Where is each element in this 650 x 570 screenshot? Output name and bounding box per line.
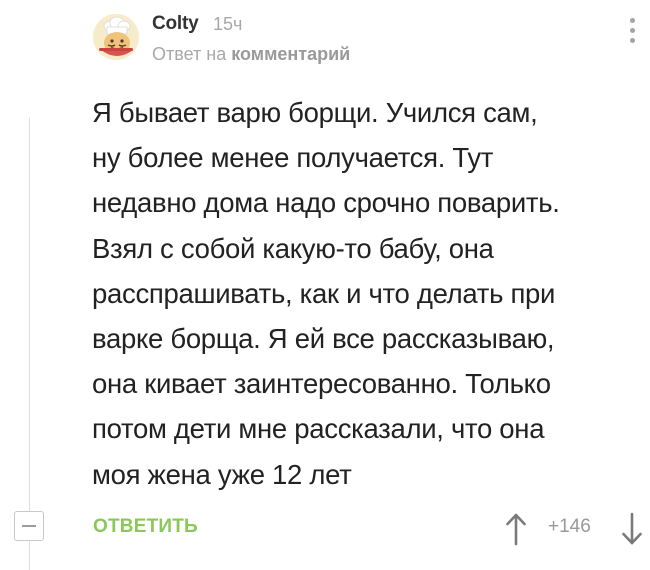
comment-line: варке борща. Я ей все рассказываю, (92, 323, 555, 355)
chef-avatar-icon[interactable] (93, 14, 139, 60)
more-vertical-icon[interactable] (626, 18, 638, 48)
minus-icon (22, 525, 36, 527)
parent-comment-link[interactable]: комментарий (231, 44, 350, 64)
comment-line: Я бывает варю борщи. Учился сам, (92, 97, 538, 128)
comment-line: потом дети мне рассказали, что она (92, 413, 545, 445)
comment-line: моя жена уже 12 лет (92, 458, 352, 490)
collapse-thread-button[interactable] (14, 511, 44, 541)
comment-line: она кивает заинтересованно. Только (92, 368, 551, 400)
author-name[interactable]: Colty (152, 13, 199, 35)
comment-line: недавно дома надо срочно поварить. (92, 187, 560, 219)
comment-time: 15ч (213, 14, 243, 34)
comment-line: расспрашивать, как и что делать при (92, 277, 556, 309)
rating-count: +146 (548, 516, 591, 537)
arrow-up-icon[interactable] (505, 512, 527, 546)
comment-line: Взял с собой какую-то бабу, она (92, 232, 494, 264)
thread-line (29, 118, 30, 570)
comment-line: ну более менее получается. Тут (92, 142, 494, 174)
arrow-down-icon[interactable] (621, 512, 643, 546)
reply-prefix: Ответ на (152, 44, 227, 64)
reply-button[interactable]: ОТВЕТИТЬ (93, 516, 198, 538)
comment-body: Я бывает варю борщи. Учился сам, ну боле… (92, 90, 632, 497)
reply-info: Ответ на комментарий (152, 44, 350, 65)
